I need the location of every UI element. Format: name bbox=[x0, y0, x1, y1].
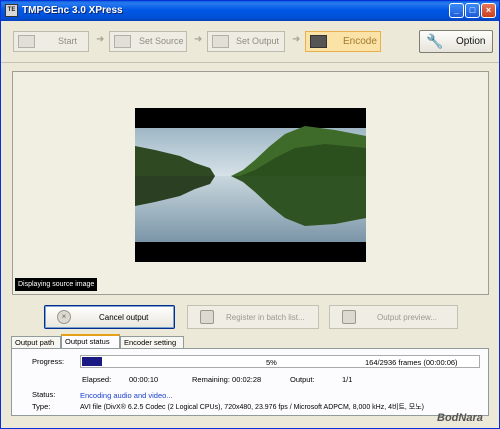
preview-overlay-label: Displaying source image bbox=[15, 278, 98, 291]
tab-output-path[interactable]: Output path bbox=[11, 336, 61, 348]
output-preview-button[interactable]: Output preview... bbox=[329, 305, 458, 329]
magnifier-icon bbox=[342, 310, 356, 324]
toolbar-divider bbox=[1, 62, 499, 63]
progress-bar: 5% 164/2936 frames (00:00:06) bbox=[80, 355, 480, 368]
type-value: AVI file (DivX® 6.2.5 Codec (2 Logical C… bbox=[80, 404, 424, 411]
step-encode-button[interactable]: Encode bbox=[305, 31, 381, 52]
step-set-source-button[interactable]: Set Source bbox=[109, 31, 187, 52]
output-icon bbox=[212, 35, 229, 48]
elapsed-value: 00:00:10 bbox=[129, 375, 159, 384]
step-toolbar: Start ➜ Set Source ➜ Set Output ➜ Encode… bbox=[1, 23, 499, 61]
output-status-panel: Progress: 5% 164/2936 frames (00:00:06) … bbox=[11, 348, 489, 416]
source-icon bbox=[114, 35, 131, 48]
window-title: TMPGEnc 3.0 XPress bbox=[22, 5, 123, 16]
step-start-button[interactable]: Start bbox=[13, 31, 89, 52]
encode-icon bbox=[310, 35, 327, 48]
cancel-output-button[interactable]: × Cancel output bbox=[44, 305, 175, 329]
close-button[interactable]: × bbox=[481, 3, 496, 18]
progress-label: Progress: bbox=[32, 357, 65, 366]
arrow-right-icon: ➜ bbox=[96, 34, 105, 45]
output-label: Output: bbox=[290, 375, 315, 384]
tab-bar: Output path Output status Encoder settin… bbox=[11, 334, 491, 348]
title-bar[interactable]: TE TMPGEnc 3.0 XPress _ □ × bbox=[1, 1, 499, 21]
tab-encoder-setting[interactable]: Encoder setting bbox=[120, 336, 184, 348]
step-label: Encode bbox=[343, 36, 377, 47]
app-window: TE TMPGEnc 3.0 XPress _ □ × Start ➜ Set … bbox=[0, 0, 500, 429]
wrench-icon: 🔧 bbox=[426, 33, 444, 49]
type-label: Type: bbox=[32, 402, 51, 411]
batch-list-icon bbox=[200, 310, 214, 324]
start-icon bbox=[18, 35, 35, 48]
step-label: Start bbox=[58, 36, 78, 46]
status-value: Encoding audio and video... bbox=[80, 391, 173, 400]
cancel-output-label: Cancel output bbox=[99, 313, 149, 322]
elapsed-label: Elapsed: bbox=[82, 375, 112, 384]
progress-percent: 5% bbox=[266, 358, 277, 367]
output-value: 1/1 bbox=[342, 375, 353, 384]
app-icon: TE bbox=[5, 4, 18, 17]
output-preview-label: Output preview... bbox=[377, 313, 438, 322]
register-batch-label: Register in batch list... bbox=[226, 313, 305, 322]
arrow-right-icon: ➜ bbox=[292, 34, 301, 45]
step-label: Set Source bbox=[139, 36, 184, 46]
video-frame bbox=[135, 108, 366, 262]
preview-panel: Displaying source image bbox=[12, 71, 489, 295]
maximize-button[interactable]: □ bbox=[465, 3, 480, 18]
lake-scene-image bbox=[135, 108, 366, 262]
watermark-logo: BodNara bbox=[437, 412, 483, 424]
register-batch-button[interactable]: Register in batch list... bbox=[187, 305, 319, 329]
progress-fill bbox=[82, 357, 102, 366]
arrow-right-icon: ➜ bbox=[194, 34, 203, 45]
tab-output-status[interactable]: Output status bbox=[61, 334, 120, 348]
status-label: Status: bbox=[32, 390, 56, 399]
option-button[interactable]: 🔧 Option bbox=[419, 30, 493, 53]
option-label: Option bbox=[456, 36, 486, 47]
cancel-icon: × bbox=[57, 310, 71, 324]
step-label: Set Output bbox=[236, 36, 280, 46]
minimize-button[interactable]: _ bbox=[449, 3, 464, 18]
frames-count: 164/2936 frames (00:00:06) bbox=[365, 358, 458, 367]
remaining-time: Remaining: 00:02:28 bbox=[192, 375, 262, 384]
step-set-output-button[interactable]: Set Output bbox=[207, 31, 285, 52]
